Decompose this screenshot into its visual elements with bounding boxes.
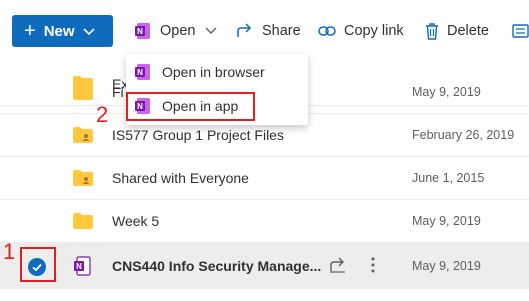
svg-text:N: N xyxy=(137,27,143,36)
link-icon xyxy=(318,24,336,38)
chevron-down-icon xyxy=(205,27,217,35)
modified-date: May 9, 2019 xyxy=(412,85,481,99)
list-item[interactable]: Shared with Everyone June 1, 2015 xyxy=(0,157,529,200)
svg-text:N: N xyxy=(76,262,82,271)
modified-date: February 26, 2019 xyxy=(412,128,515,142)
more-commands-icon[interactable] xyxy=(512,15,529,47)
modified-date: May 9, 2019 xyxy=(412,259,481,273)
onenote-icon: N xyxy=(134,22,152,40)
menu-item-open-in-browser[interactable]: N Open in browser xyxy=(126,56,308,88)
folder-icon xyxy=(73,84,93,105)
file-name[interactable]: IS577 Group 1 Project Files xyxy=(112,127,284,143)
copy-link-button[interactable]: Copy link xyxy=(318,15,404,47)
share-icon[interactable] xyxy=(329,257,347,278)
annotation-highlight-box xyxy=(126,92,255,121)
file-name[interactable]: CNS440 Info Security Manage... xyxy=(112,258,321,274)
shared-folder-icon xyxy=(73,127,93,148)
modified-date: June 1, 2015 xyxy=(412,171,485,185)
modified-date: May 9, 2019 xyxy=(412,214,481,228)
open-button-label: Open xyxy=(160,23,196,39)
svg-text:N: N xyxy=(137,68,143,77)
new-button[interactable]: + New xyxy=(12,15,113,47)
file-name[interactable]: Shared with Everyone xyxy=(112,170,249,186)
annotation-highlight-box xyxy=(20,247,56,282)
new-button-label: New xyxy=(43,22,75,40)
more-options-icon[interactable] xyxy=(370,256,376,279)
menu-item-label: Open in browser xyxy=(162,64,265,80)
folder-icon xyxy=(73,213,93,234)
file-name[interactable]: Fi xyxy=(112,84,124,100)
onenote-icon: N xyxy=(73,256,91,281)
copy-link-button-label: Copy link xyxy=(344,23,404,39)
list-item[interactable]: Week 5 May 9, 2019 xyxy=(0,200,529,243)
file-name[interactable]: Week 5 xyxy=(112,213,159,229)
share-button-label: Share xyxy=(262,23,301,39)
list-item[interactable]: N CNS440 Info Security Manage... May 9, … xyxy=(0,243,529,289)
annotation-step-number: 1 xyxy=(3,239,16,264)
annotation-step-number: 2 xyxy=(96,102,109,127)
share-button[interactable]: Share xyxy=(236,15,301,47)
plus-icon: + xyxy=(24,20,36,42)
share-icon xyxy=(236,23,254,39)
delete-button-label: Delete xyxy=(447,23,489,39)
trash-icon xyxy=(425,22,439,40)
shared-folder-icon xyxy=(73,170,93,191)
open-button[interactable]: N Open xyxy=(134,15,217,47)
onenote-icon: N xyxy=(134,63,152,81)
chevron-down-icon xyxy=(82,23,95,40)
delete-button[interactable]: Delete xyxy=(425,15,489,47)
